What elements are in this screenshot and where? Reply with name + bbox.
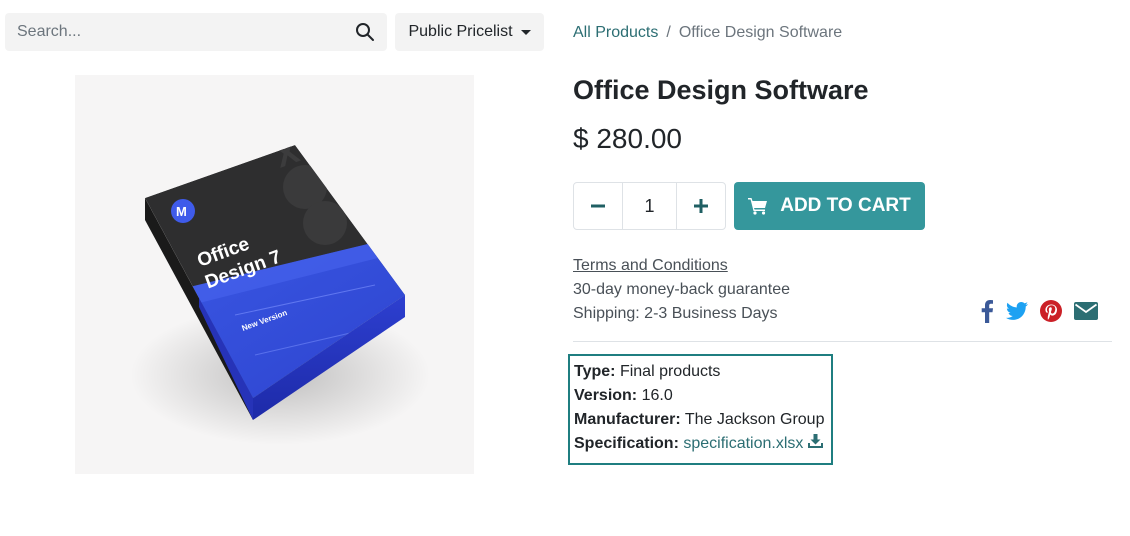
chevron-down-icon [520, 29, 531, 35]
product-image: X M Office Design 7 New Version [75, 75, 474, 474]
specification-download-link[interactable]: specification.xlsx [683, 434, 823, 452]
plus-icon [694, 199, 708, 213]
terms-and-conditions-link[interactable]: Terms and Conditions [573, 257, 728, 275]
product-price: $ 280.00 [573, 123, 682, 154]
download-icon [807, 434, 823, 448]
attribute-label: Type: [574, 363, 616, 380]
shopping-cart-icon [748, 198, 768, 215]
guarantee-text: 30-day money-back guarantee [573, 281, 791, 298]
quantity-input[interactable] [622, 183, 677, 229]
breadcrumb: All Products / Office Design Software [573, 24, 842, 42]
attribute-version: Version: 16.0 [574, 384, 831, 408]
product-title: Office Design Software [573, 75, 869, 105]
twitter-icon[interactable] [1006, 302, 1028, 320]
breadcrumb-separator: / [666, 24, 671, 41]
search-icon[interactable] [355, 22, 375, 42]
specification-filename: specification.xlsx [683, 435, 804, 452]
attribute-manufacturer: Manufacturer: The Jackson Group [574, 408, 831, 432]
attribute-type: Type: Final products [574, 360, 831, 384]
increase-quantity-button[interactable] [677, 183, 725, 229]
social-share [980, 299, 1098, 323]
quantity-stepper [573, 182, 726, 230]
svg-text:M: M [176, 204, 187, 219]
attribute-specification: Specification: specification.xlsx [574, 432, 831, 456]
attribute-value: 16.0 [641, 387, 673, 404]
breadcrumb-all-products[interactable]: All Products [573, 24, 658, 41]
add-to-cart-button[interactable]: ADD TO CART [734, 182, 925, 230]
pricelist-label: Public Pricelist [408, 23, 513, 40]
email-icon[interactable] [1074, 301, 1098, 321]
attribute-value: The Jackson Group [684, 411, 825, 428]
attribute-label: Manufacturer: [574, 411, 681, 428]
product-attributes: Type: Final products Version: 16.0 Manuf… [568, 354, 833, 465]
add-to-cart-label: ADD TO CART [780, 195, 911, 216]
attribute-label: Specification: [574, 435, 679, 452]
search-input[interactable] [5, 13, 355, 51]
shipping-text: Shipping: 2-3 Business Days [573, 305, 778, 322]
search-bar[interactable] [5, 13, 387, 51]
breadcrumb-current: Office Design Software [678, 24, 843, 41]
facebook-icon[interactable] [980, 299, 994, 323]
software-box-illustration: X M Office Design 7 New Version [130, 145, 430, 445]
decrease-quantity-button[interactable] [574, 183, 622, 229]
minus-icon [591, 204, 605, 208]
divider [573, 341, 1112, 342]
pinterest-icon[interactable] [1040, 300, 1062, 322]
attribute-label: Version: [574, 387, 638, 404]
pricelist-dropdown[interactable]: Public Pricelist [395, 13, 544, 51]
attribute-value: Final products [619, 363, 721, 380]
